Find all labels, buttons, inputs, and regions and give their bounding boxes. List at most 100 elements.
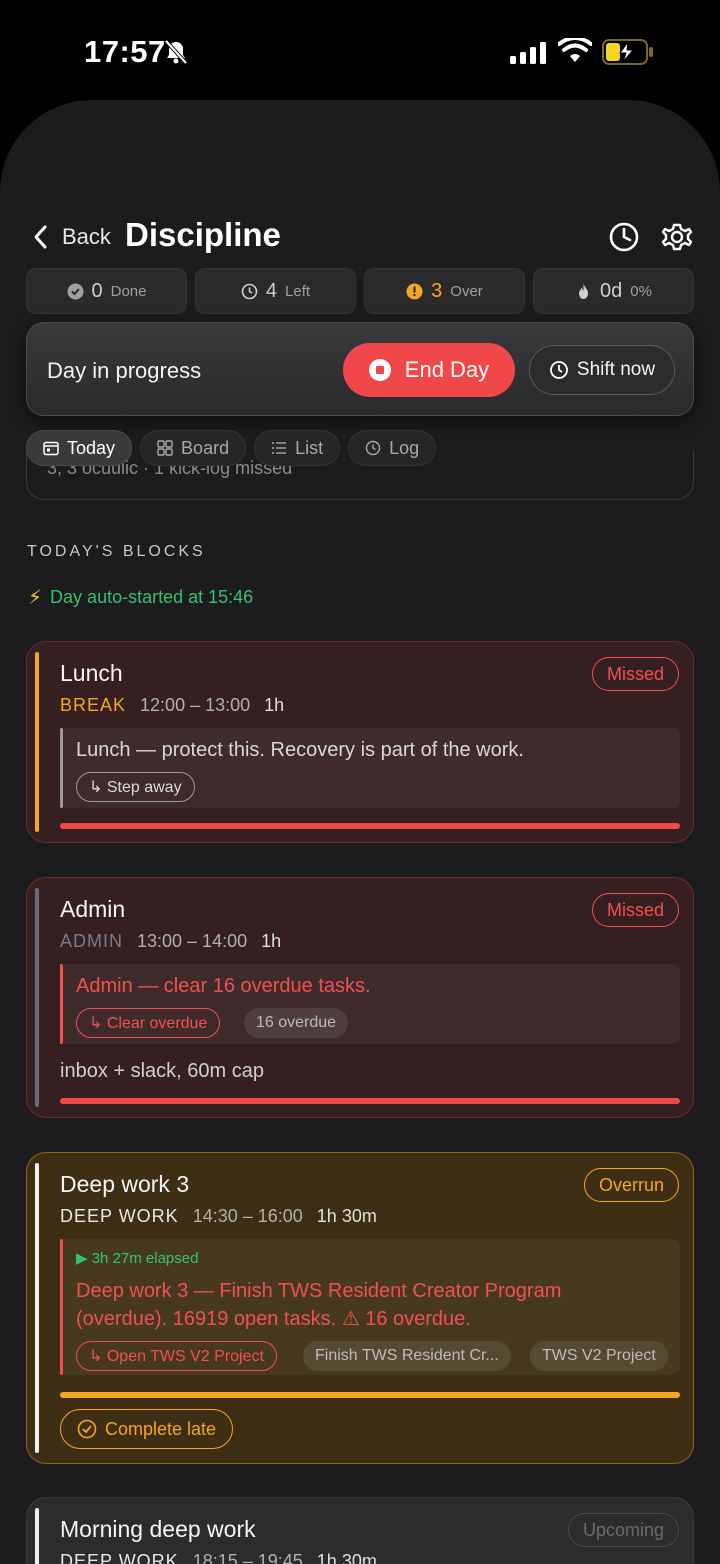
end-day-label: End Day <box>404 357 490 382</box>
block-note: inbox + slack, 60m cap <box>60 1060 264 1082</box>
block-accent <box>35 888 39 1107</box>
open-project-button[interactable]: ↳ Open TWS V2 Project <box>76 1341 277 1371</box>
stat-over: 3 Over <box>364 268 525 314</box>
check-circle-icon <box>77 1419 97 1439</box>
wifi-icon <box>558 38 592 62</box>
block-accent <box>35 1508 39 1564</box>
chevron-left-icon <box>34 225 47 249</box>
stat-streak-value: 0d <box>600 279 623 302</box>
end-day-button[interactable]: End Day <box>343 343 515 397</box>
clock-history-icon[interactable] <box>607 220 641 254</box>
block-card[interactable]: Morning deep work DEEP WORK 18:15 – 19:4… <box>26 1497 694 1564</box>
block-card[interactable]: Deep work 3 DEEP WORK 14:30 – 16:00 1h 3… <box>26 1152 694 1464</box>
clear-overdue-button[interactable]: ↳ Clear overdue <box>76 1008 221 1038</box>
block-card[interactable]: Admin ADMIN 13:00 – 14:00 1h Missed Admi… <box>26 877 694 1118</box>
header: Back Discipline <box>0 210 720 270</box>
alert-circle-icon <box>406 283 423 299</box>
block-progress-bar <box>60 1392 680 1398</box>
cellular-signal-icon <box>510 42 546 64</box>
block-message-line-1: Deep work 3 — Finish TWS Resident Creato… <box>76 1280 562 1302</box>
day-progress-card: Day in progress End Day Shift now <box>26 322 694 416</box>
block-message-box: Lunch — protect this. Recovery is part o… <box>60 728 680 808</box>
elapsed-timer: ▶ 3h 27m elapsed <box>76 1250 199 1267</box>
stop-icon <box>368 359 391 381</box>
block-accent <box>35 652 39 832</box>
shift-now-button[interactable]: Shift now <box>529 345 675 395</box>
block-duration: 1h <box>264 695 285 715</box>
block-message-line-2: (overdue). 16919 open tasks. ⚠ 16 overdu… <box>76 1308 471 1330</box>
block-time-range: 13:00 – 14:00 <box>137 931 248 951</box>
back-button[interactable]: Back <box>30 222 111 252</box>
overdue-tag: 16 overdue <box>244 1008 349 1038</box>
block-progress-bar <box>60 823 680 829</box>
shift-now-label: Shift now <box>576 359 656 380</box>
block-message: Lunch — protect this. Recovery is part o… <box>76 739 524 761</box>
block-duration: 1h <box>261 931 282 951</box>
clock-icon <box>241 283 258 299</box>
bell-muted-icon <box>164 39 188 65</box>
day-progress-text: Day in progress <box>47 358 202 383</box>
stat-left-value: 4 <box>265 279 278 302</box>
block-accent <box>35 1163 39 1453</box>
block-meta: DEEP WORK 14:30 – 16:00 1h 30m <box>60 1206 377 1227</box>
complete-late-button[interactable]: Complete late <box>60 1409 234 1449</box>
block-duration: 1h 30m <box>316 1551 377 1564</box>
auto-start-notice: ⚡ Day auto-started at 15:46 <box>28 585 253 610</box>
tab-board[interactable]: Board <box>140 430 247 466</box>
block-title: Admin <box>60 896 126 922</box>
block-title: Morning deep work <box>60 1516 256 1542</box>
block-progress-bar <box>60 1098 680 1104</box>
block-time-range: 14:30 – 16:00 <box>192 1206 303 1226</box>
gear-icon[interactable] <box>660 220 694 254</box>
stat-done: 0 Done <box>26 268 187 314</box>
block-card[interactable]: Lunch BREAK 12:00 – 13:00 1h Missed Lunc… <box>26 641 694 843</box>
status-badge: Missed <box>591 657 679 691</box>
tab-log-label: Log <box>389 437 420 458</box>
block-message: Admin — clear 16 overdue tasks. <box>76 975 371 997</box>
task-tag: Finish TWS Resident Cr... <box>303 1341 511 1371</box>
lightning-icon: ⚡ <box>28 587 43 609</box>
battery-charging-icon <box>602 39 653 65</box>
clock-icon <box>550 361 568 379</box>
status-badge: Missed <box>591 893 679 927</box>
stat-over-value: 3 <box>431 279 443 302</box>
auto-start-text: Day auto-started at 15:46 <box>50 587 254 607</box>
status-time: 17:57 <box>84 34 166 69</box>
grid-icon <box>157 440 173 456</box>
block-title: Deep work 3 <box>60 1171 190 1197</box>
complete-late-label: Complete late <box>105 1418 217 1439</box>
tab-list-label: List <box>295 437 324 458</box>
status-badge: Overrun <box>583 1168 679 1202</box>
tab-today[interactable]: Today <box>26 430 133 466</box>
block-message-box: ▶ 3h 27m elapsed Deep work 3 — Finish TW… <box>60 1239 680 1375</box>
step-away-button[interactable]: ↳ Step away <box>76 772 195 802</box>
block-title: Lunch <box>60 660 123 686</box>
stat-over-label: Over <box>450 282 483 300</box>
block-message-box: Admin — clear 16 overdue tasks. ↳ Clear … <box>60 964 680 1044</box>
tab-list[interactable]: List <box>254 430 341 466</box>
block-category: BREAK <box>60 695 127 715</box>
stat-done-value: 0 <box>91 279 103 302</box>
calendar-icon <box>43 441 59 456</box>
block-category: DEEP WORK <box>60 1206 179 1226</box>
tab-log[interactable]: Log <box>348 430 437 466</box>
back-label: Back <box>62 224 111 249</box>
stat-streak: 0d 0% <box>533 268 694 314</box>
stat-left: 4 Left <box>195 268 356 314</box>
block-meta: BREAK 12:00 – 13:00 1h <box>60 695 284 716</box>
block-duration: 1h 30m <box>316 1206 377 1226</box>
block-meta: DEEP WORK 18:15 – 19:45 1h 30m <box>60 1551 377 1564</box>
flame-icon <box>579 283 589 299</box>
stat-streak-label: 0% <box>630 282 652 300</box>
block-category: DEEP WORK <box>60 1551 179 1564</box>
block-category: ADMIN <box>60 931 123 951</box>
block-time-range: 12:00 – 13:00 <box>140 695 251 715</box>
block-meta: ADMIN 13:00 – 14:00 1h <box>60 931 281 952</box>
status-bar: 17:57 <box>0 0 720 100</box>
status-badge: Upcoming <box>567 1513 679 1547</box>
stats-row: 0 Done 4 Left 3 Over 0d 0% <box>26 268 694 314</box>
clock-icon <box>365 440 381 456</box>
check-circle-icon <box>67 283 83 299</box>
page-title: Discipline <box>125 216 281 253</box>
section-label: TODAY'S BLOCKS <box>27 543 206 560</box>
